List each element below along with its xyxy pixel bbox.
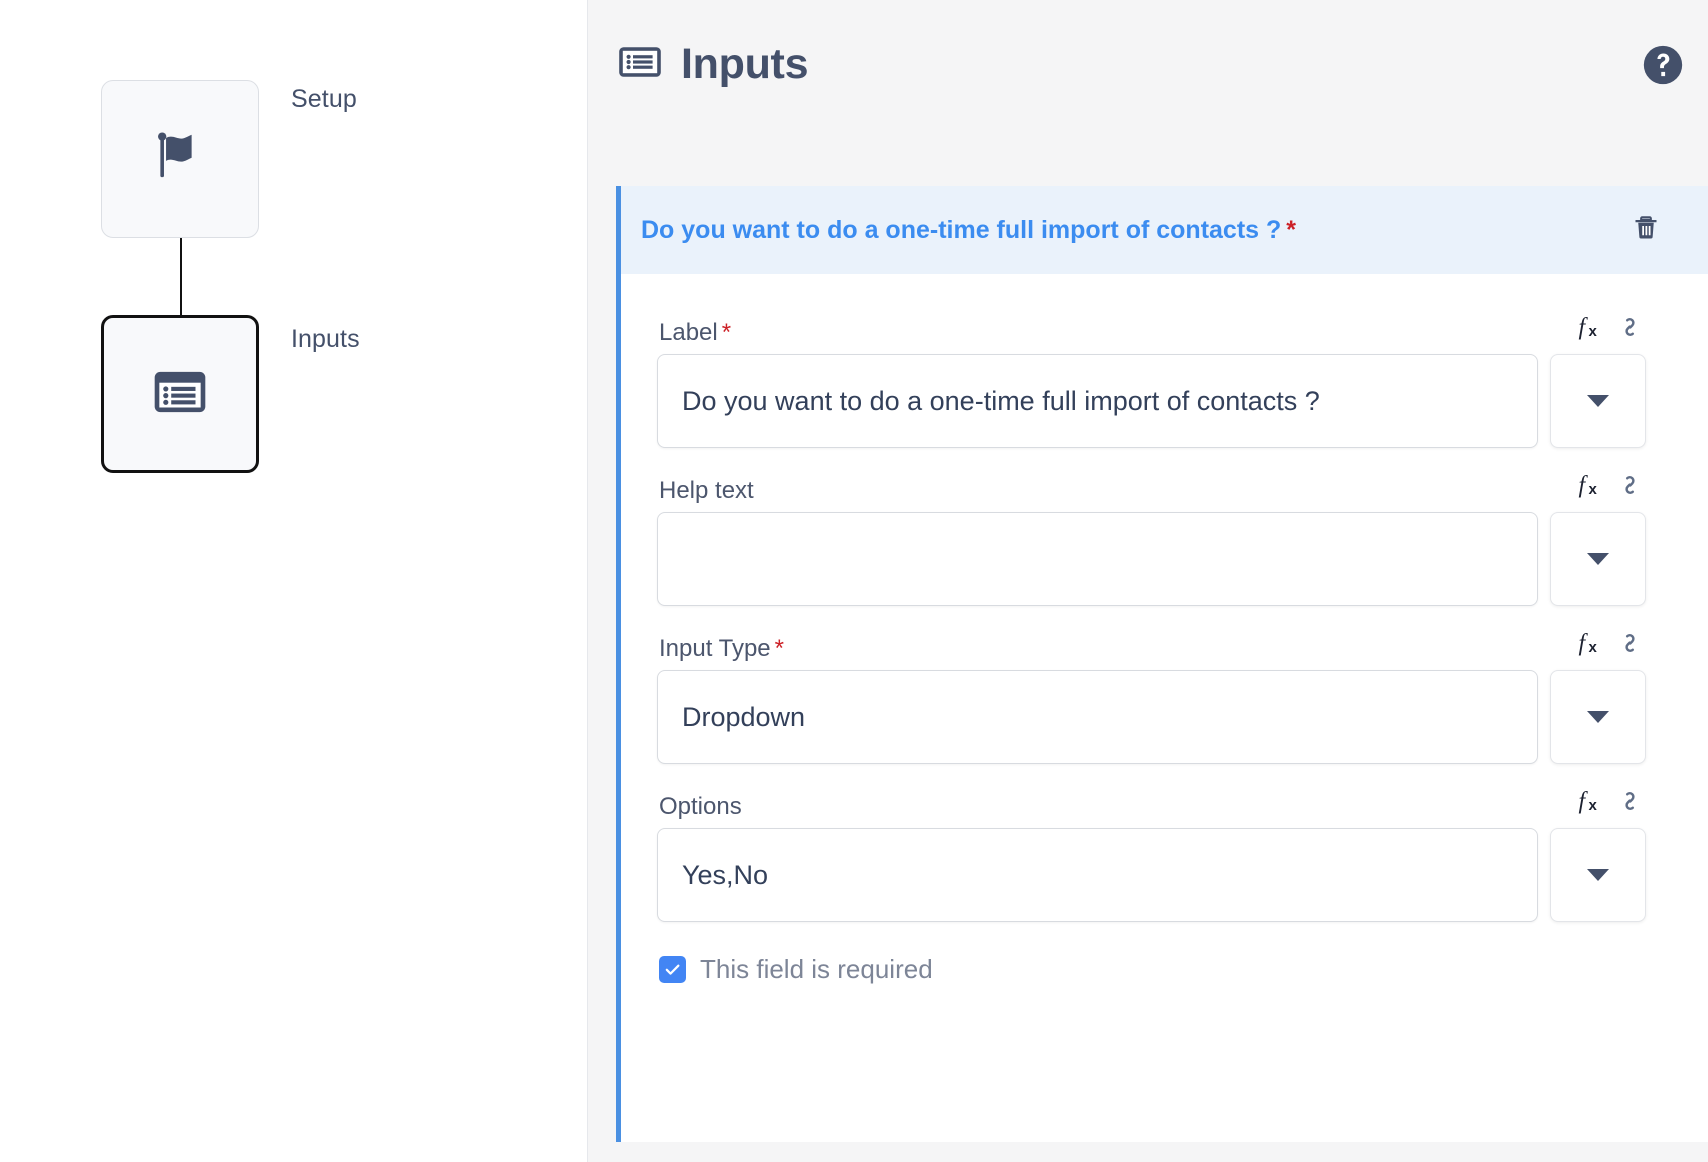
field-required-marker: * bbox=[721, 319, 732, 346]
field-dropdown-button[interactable] bbox=[1550, 512, 1646, 606]
app-root: Setup Inputs Inputs Do you want to do a … bbox=[0, 0, 1708, 1162]
caret-down-icon bbox=[1587, 869, 1609, 881]
caret-down-icon bbox=[1587, 553, 1609, 565]
field-dropdown-button[interactable] bbox=[1550, 354, 1646, 448]
field-label: Help text bbox=[659, 477, 758, 505]
required-checkbox[interactable] bbox=[659, 956, 686, 983]
detail-header: Inputs bbox=[588, 0, 1708, 186]
function-fx-icon[interactable]: f x bbox=[1576, 628, 1606, 663]
flow-canvas: Setup Inputs bbox=[0, 0, 588, 1162]
field-card-title: Do you want to do a one-time full import… bbox=[641, 216, 1628, 245]
field-input-row: Do you want to do a one-time full import… bbox=[657, 354, 1646, 448]
detail-panel: Inputs Do you want to do a one-time full… bbox=[588, 0, 1708, 1162]
field-label: Label * bbox=[659, 319, 731, 347]
field-required-marker: * bbox=[774, 635, 784, 662]
svg-text:f: f bbox=[1579, 789, 1589, 815]
field-label: Options bbox=[659, 793, 746, 821]
field-label-row: Input Type * f x bbox=[657, 628, 1646, 670]
field-tools: f x bbox=[1576, 786, 1644, 821]
field-input-row: Yes,No bbox=[657, 828, 1646, 922]
field-label-row: Help text f x bbox=[657, 470, 1646, 512]
flow-node-setup-label: Setup bbox=[291, 85, 357, 113]
field-tools: f x bbox=[1576, 312, 1644, 347]
svg-text:f: f bbox=[1579, 315, 1589, 341]
svg-text:f: f bbox=[1579, 631, 1589, 657]
chain-link-icon[interactable] bbox=[1616, 787, 1644, 820]
caret-down-icon bbox=[1587, 395, 1609, 407]
chain-link-icon[interactable] bbox=[1616, 629, 1644, 662]
field-value-input[interactable]: Dropdown bbox=[657, 670, 1538, 764]
field-value-input[interactable]: Do you want to do a one-time full import… bbox=[657, 354, 1538, 448]
function-fx-icon[interactable]: f x bbox=[1576, 786, 1606, 821]
function-fx-icon[interactable]: f x bbox=[1576, 312, 1606, 347]
help-circle-icon[interactable] bbox=[1640, 42, 1686, 88]
svg-text:x: x bbox=[1589, 323, 1598, 340]
trash-icon bbox=[1631, 213, 1661, 248]
svg-text:x: x bbox=[1589, 639, 1598, 656]
field-group-help-text: Help text f x bbox=[657, 470, 1646, 606]
field-value-input[interactable]: Yes,No bbox=[657, 828, 1538, 922]
input-field-card: Do you want to do a one-time full import… bbox=[616, 186, 1708, 1142]
field-group-options: Options f x Yes,No bbox=[657, 786, 1646, 922]
form-list-icon bbox=[616, 38, 664, 91]
field-tools: f x bbox=[1576, 628, 1644, 663]
flow-connector-line bbox=[180, 238, 182, 318]
field-input-row: Dropdown bbox=[657, 670, 1646, 764]
field-card-body: Label * f x Do you want to do a one-time… bbox=[621, 274, 1708, 985]
flow-node-inputs[interactable] bbox=[101, 315, 259, 473]
field-label-row: Label * f x bbox=[657, 312, 1646, 354]
page-title: Inputs bbox=[681, 40, 809, 88]
field-card-header: Do you want to do a one-time full import… bbox=[621, 186, 1708, 274]
field-value-input[interactable] bbox=[657, 512, 1538, 606]
svg-text:f: f bbox=[1579, 473, 1589, 499]
field-dropdown-button[interactable] bbox=[1550, 828, 1646, 922]
svg-text:x: x bbox=[1589, 797, 1598, 814]
svg-text:x: x bbox=[1589, 481, 1598, 498]
field-card-title-text: Do you want to do a one-time full import… bbox=[641, 215, 1282, 244]
page-title-wrap: Inputs bbox=[616, 38, 808, 91]
field-group-label: Label * f x Do you want to do a one-time… bbox=[657, 312, 1646, 448]
function-fx-icon[interactable]: f x bbox=[1576, 470, 1606, 505]
field-label-text: Label bbox=[659, 319, 718, 346]
required-checkbox-label: This field is required bbox=[700, 954, 933, 984]
chain-link-icon[interactable] bbox=[1616, 313, 1644, 346]
form-list-icon bbox=[149, 361, 211, 428]
field-label: Input Type * bbox=[659, 635, 784, 663]
field-label-text: Input Type bbox=[659, 635, 771, 662]
flag-icon bbox=[149, 126, 211, 193]
caret-down-icon bbox=[1587, 711, 1609, 723]
field-group-input-type: Input Type * f x Dropdown bbox=[657, 628, 1646, 764]
field-tools: f x bbox=[1576, 470, 1644, 505]
field-label-row: Options f x bbox=[657, 786, 1646, 828]
field-card-required-marker: * bbox=[1286, 215, 1297, 244]
field-label-text: Help text bbox=[659, 477, 754, 504]
check-icon bbox=[665, 964, 680, 975]
delete-field-button[interactable] bbox=[1628, 212, 1664, 248]
field-input-row bbox=[657, 512, 1646, 606]
flow-node-setup[interactable] bbox=[101, 80, 259, 238]
required-checkbox-row: This field is required bbox=[657, 954, 1646, 985]
chain-link-icon[interactable] bbox=[1616, 471, 1644, 504]
flow-node-inputs-label: Inputs bbox=[291, 325, 360, 353]
field-dropdown-button[interactable] bbox=[1550, 670, 1646, 764]
field-label-text: Options bbox=[659, 793, 742, 820]
